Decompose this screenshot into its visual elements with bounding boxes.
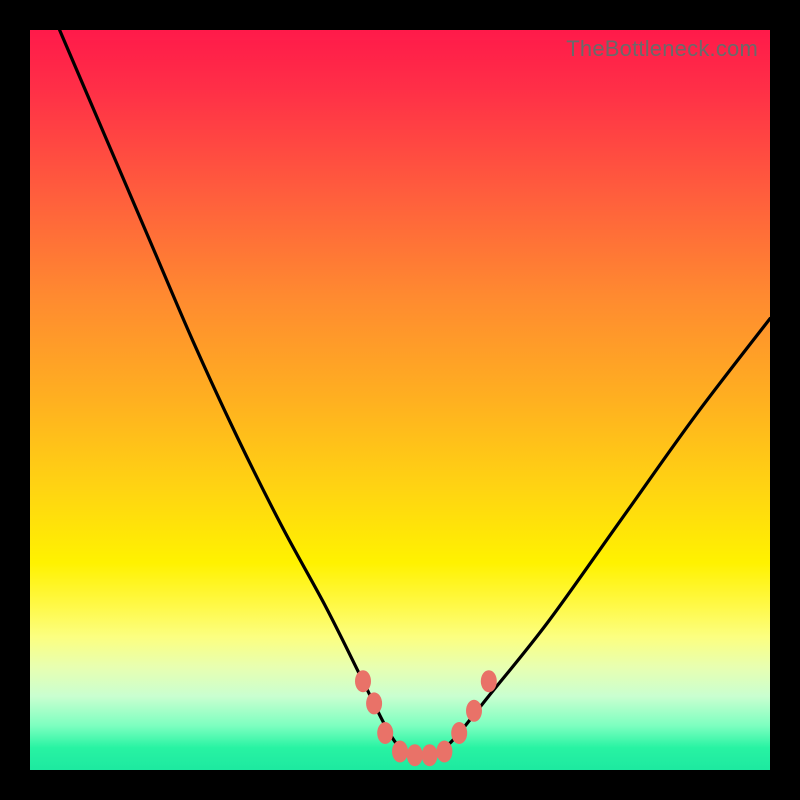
bottleneck-curve [60, 30, 770, 756]
curve-marker [355, 670, 371, 692]
curve-marker [451, 722, 467, 744]
curve-marker [407, 744, 423, 766]
watermark-text: TheBottleneck.com [566, 36, 758, 62]
curve-marker [392, 741, 408, 763]
curve-marker [466, 700, 482, 722]
curve-markers [355, 670, 497, 766]
curve-marker [377, 722, 393, 744]
curve-marker [422, 744, 438, 766]
curve-marker [436, 741, 452, 763]
chart-frame: TheBottleneck.com [0, 0, 800, 800]
plot-area: TheBottleneck.com [30, 30, 770, 770]
curve-marker [366, 692, 382, 714]
chart-svg [30, 30, 770, 770]
curve-marker [481, 670, 497, 692]
